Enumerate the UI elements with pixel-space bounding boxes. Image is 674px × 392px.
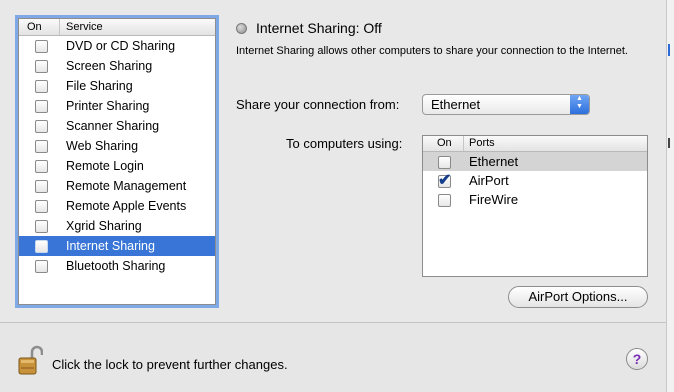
column-separator bbox=[59, 19, 60, 35]
column-header-on[interactable]: On bbox=[437, 137, 452, 149]
service-row[interactable]: Screen Sharing bbox=[19, 56, 215, 76]
service-row[interactable]: Xgrid Sharing bbox=[19, 216, 215, 236]
service-checkbox[interactable] bbox=[35, 80, 48, 93]
service-checkbox[interactable] bbox=[35, 120, 48, 133]
port-checkbox[interactable]: ✔ bbox=[438, 172, 451, 189]
port-label: AirPort bbox=[469, 173, 509, 188]
service-checkbox[interactable] bbox=[35, 40, 48, 53]
service-checkbox[interactable] bbox=[35, 260, 48, 273]
service-row[interactable]: DVD or CD Sharing bbox=[19, 36, 215, 56]
service-label: Xgrid Sharing bbox=[66, 219, 142, 233]
service-checkbox[interactable] bbox=[35, 160, 48, 173]
column-header-service[interactable]: Service bbox=[66, 21, 103, 33]
sharing-status: Internet Sharing: Off bbox=[256, 20, 382, 36]
port-row[interactable]: ✔ AirPort bbox=[423, 171, 647, 190]
service-label: Scanner Sharing bbox=[66, 119, 160, 133]
service-checkbox[interactable] bbox=[35, 180, 48, 193]
service-checkbox[interactable] bbox=[35, 200, 48, 213]
service-row[interactable]: Remote Login bbox=[19, 156, 215, 176]
service-label: Web Sharing bbox=[66, 139, 139, 153]
column-header-ports[interactable]: Ports bbox=[469, 137, 495, 149]
service-row[interactable]: Printer Sharing bbox=[19, 96, 215, 116]
service-label: DVD or CD Sharing bbox=[66, 39, 176, 53]
airport-options-button[interactable]: AirPort Options... bbox=[508, 286, 648, 308]
share-from-label: Share your connection from: bbox=[236, 97, 400, 112]
ports-table[interactable]: On Ports Ethernet ✔ AirPort FireWire bbox=[422, 135, 648, 277]
service-checkbox[interactable] bbox=[35, 140, 48, 153]
port-checkbox[interactable] bbox=[438, 194, 451, 207]
up-down-arrows-icon: ▲ ▼ bbox=[570, 95, 589, 114]
service-label: Remote Login bbox=[66, 159, 144, 173]
service-label: Screen Sharing bbox=[66, 59, 153, 73]
service-label: Remote Management bbox=[66, 179, 187, 193]
service-label: Bluetooth Sharing bbox=[66, 259, 166, 273]
ports-table-header: On Ports bbox=[423, 136, 647, 152]
unlocked-padlock-icon[interactable] bbox=[17, 344, 43, 376]
lock-message: Click the lock to prevent further change… bbox=[52, 357, 288, 372]
column-separator bbox=[463, 136, 464, 151]
service-label: Printer Sharing bbox=[66, 99, 150, 113]
service-list-header: On Service bbox=[19, 19, 215, 36]
service-label: Internet Sharing bbox=[66, 239, 155, 253]
share-from-popup[interactable]: Ethernet ▲ ▼ bbox=[422, 94, 590, 115]
service-row[interactable]: Remote Management bbox=[19, 176, 215, 196]
service-checkbox[interactable] bbox=[35, 240, 48, 253]
column-header-on[interactable]: On bbox=[27, 21, 42, 33]
background-window-edge bbox=[666, 0, 674, 392]
service-row[interactable]: Remote Apple Events bbox=[19, 196, 215, 216]
help-button[interactable]: ? bbox=[626, 348, 648, 370]
service-row[interactable]: Bluetooth Sharing bbox=[19, 256, 215, 276]
share-from-value: Ethernet bbox=[431, 97, 481, 112]
service-checkbox[interactable] bbox=[35, 220, 48, 233]
checkmark-icon: ✔ bbox=[438, 172, 452, 189]
background-window-mark bbox=[668, 44, 674, 56]
port-label: Ethernet bbox=[469, 154, 519, 169]
service-checkbox[interactable] bbox=[35, 60, 48, 73]
service-row[interactable]: Web Sharing bbox=[19, 136, 215, 156]
service-label: File Sharing bbox=[66, 79, 133, 93]
port-checkbox[interactable] bbox=[438, 156, 451, 169]
service-description: Internet Sharing allows other computers … bbox=[236, 45, 628, 57]
background-window-mark bbox=[668, 138, 674, 148]
port-label: FireWire bbox=[469, 192, 519, 207]
service-row[interactable]: Scanner Sharing bbox=[19, 116, 215, 136]
service-row[interactable]: File Sharing bbox=[19, 76, 215, 96]
status-dot-icon bbox=[236, 23, 247, 34]
service-checkbox[interactable] bbox=[35, 100, 48, 113]
service-row[interactable]: Internet Sharing bbox=[19, 236, 215, 256]
to-computers-label: To computers using: bbox=[286, 136, 403, 151]
port-row[interactable]: Ethernet bbox=[423, 152, 647, 171]
service-list[interactable]: On Service DVD or CD Sharing Screen Shari… bbox=[18, 18, 216, 305]
port-row[interactable]: FireWire bbox=[423, 190, 647, 209]
service-label: Remote Apple Events bbox=[66, 199, 187, 213]
